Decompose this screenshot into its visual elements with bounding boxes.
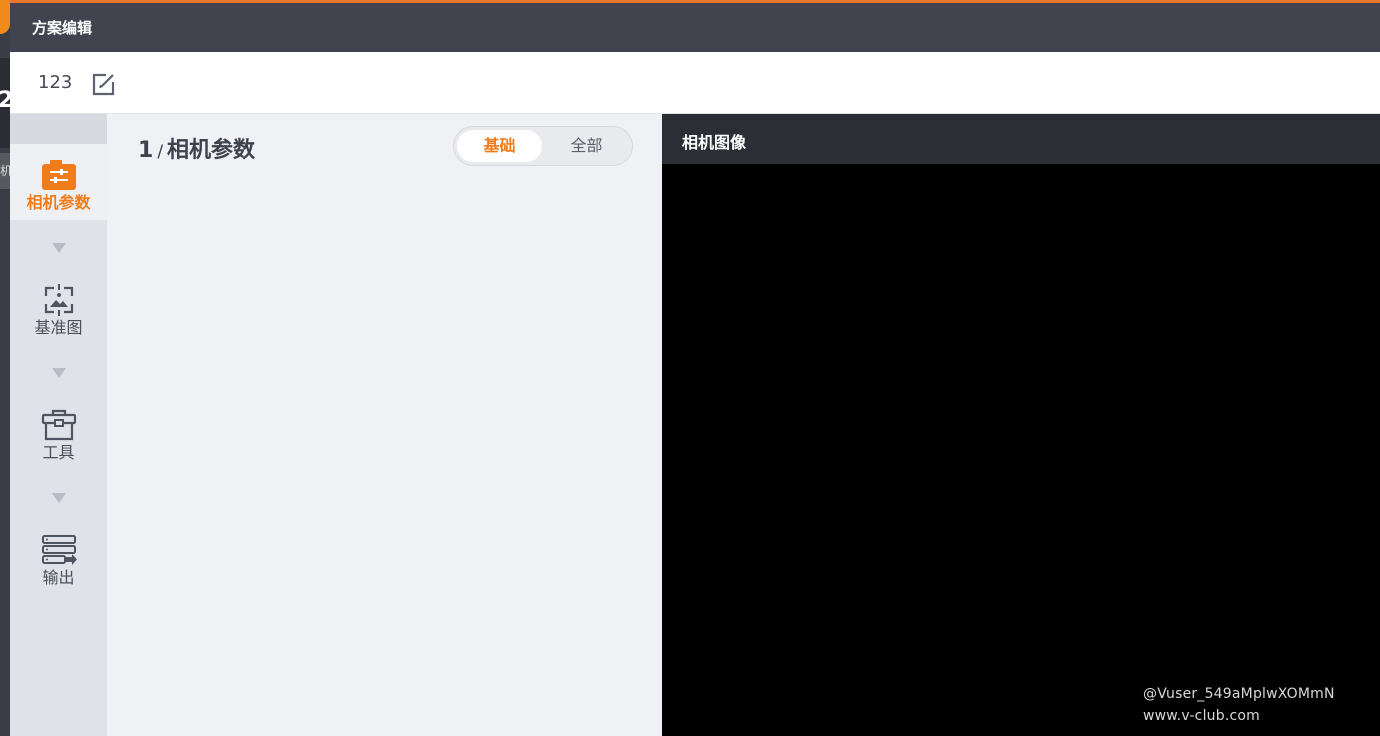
toggle-basic-button[interactable]: 基础 [457, 130, 542, 162]
step-arrow-down-icon [52, 243, 66, 253]
background-app-logo [0, 0, 10, 34]
scheme-edit-dialog: 方案编辑 123 相机参数 基准图 工具 输出 1 / 相机参数 基础 全部 相… [10, 3, 1380, 736]
reference-image-icon [40, 283, 78, 317]
params-step-number: 1 [138, 138, 154, 163]
watermark-site: www.v-club.com [1143, 708, 1260, 724]
step-sidebar: 相机参数 基准图 工具 输出 [10, 114, 107, 736]
step-arrow-down-icon [52, 493, 66, 503]
scheme-name: 123 [38, 72, 73, 93]
step-label-reference-image: 基准图 [34, 318, 83, 337]
output-icon [40, 533, 78, 567]
camera-image-header: 相机图像 [662, 114, 1380, 164]
step-arrow-down-icon [52, 368, 66, 378]
background-app-tag: 机参 [0, 153, 10, 189]
camera-image-canvas[interactable] [662, 164, 1380, 736]
camera-image-panel: 相机图像 [662, 114, 1380, 736]
dialog-title: 方案编辑 [32, 19, 93, 37]
params-title: 1/相机参数 [138, 132, 255, 164]
camera-params-icon [40, 158, 78, 192]
params-title-text: 相机参数 [167, 138, 256, 163]
edit-icon[interactable] [91, 71, 117, 97]
toolbox-icon [40, 408, 78, 442]
param-scope-toggle: 基础 全部 [453, 126, 633, 166]
step-label-output: 输出 [42, 568, 75, 587]
toggle-all-button[interactable]: 全部 [544, 130, 629, 162]
watermark-user: @Vuser_549aMplwXOMmN [1143, 686, 1335, 702]
step-camera-params[interactable]: 相机参数 [10, 144, 107, 220]
step-reference-image[interactable]: 基准图 [10, 269, 107, 345]
step-output[interactable]: 输出 [10, 519, 107, 595]
step-tools[interactable]: 工具 [10, 394, 107, 470]
camera-image-title: 相机图像 [682, 133, 747, 152]
camera-params-panel: 1/相机参数 基础 全部 [107, 114, 662, 736]
params-title-separator: / [157, 142, 164, 162]
scheme-name-bar: 123 [10, 52, 1380, 114]
step-label-tools: 工具 [42, 443, 75, 462]
step-label-camera-params: 相机参数 [26, 193, 91, 212]
sidebar-top-slot [10, 114, 107, 144]
watermark: @Vuser_549aMplwXOMmN www.v-club.com [1143, 683, 1335, 727]
dialog-titlebar[interactable]: 方案编辑 [10, 3, 1380, 52]
